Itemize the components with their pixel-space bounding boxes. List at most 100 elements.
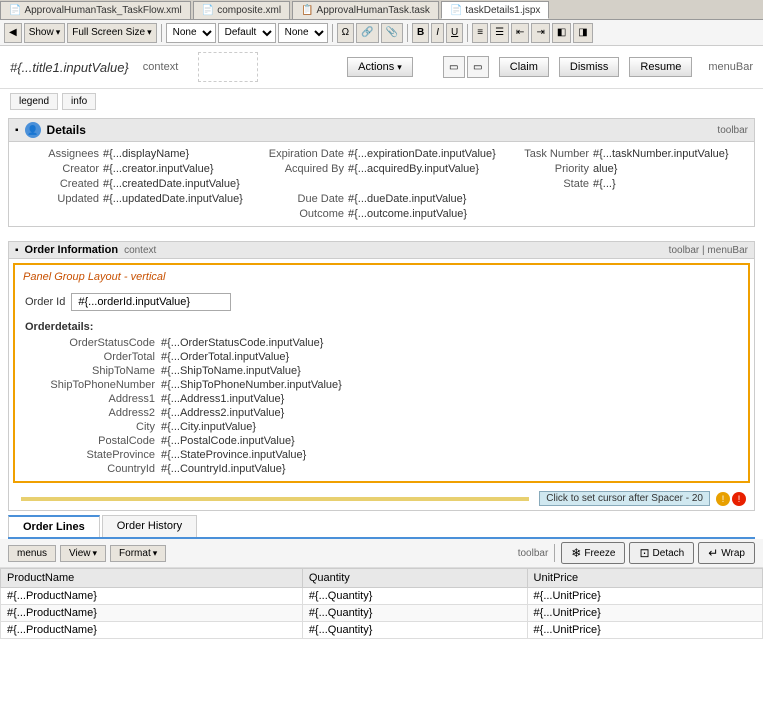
spacer-click-area: Click to set cursor after Spacer - 20 ! …: [9, 487, 754, 510]
detach-button[interactable]: ⊡ Detach: [629, 542, 694, 564]
details-collapse[interactable]: ▪: [15, 125, 19, 136]
toolbar-nav-back[interactable]: ◀: [4, 23, 22, 43]
address1-value: #{...Address1.inputValue}: [161, 393, 284, 405]
indent-button-1[interactable]: ⇤: [511, 23, 529, 43]
details-header: ▪ 👤 Details toolbar: [9, 119, 754, 142]
creator-row: Creator #{...creator.inputValue}: [19, 163, 254, 175]
list-button-1[interactable]: ≡: [472, 23, 488, 43]
state-province-value: #{...StateProvince.inputValue}: [161, 449, 306, 461]
cell-quantity-3: #{...Quantity}: [302, 622, 527, 639]
cell-quantity-2: #{...Quantity}: [302, 605, 527, 622]
order-collapse[interactable]: ▪: [15, 245, 19, 256]
header-placeholder: [198, 52, 258, 82]
default-select[interactable]: Default: [218, 23, 276, 43]
list-button-2[interactable]: ☰: [490, 23, 509, 43]
created-label: Created: [19, 178, 99, 190]
details-col-2: Expiration Date #{...expirationDate.inpu…: [264, 148, 499, 220]
view-button[interactable]: View: [60, 545, 106, 562]
bold-button[interactable]: B: [412, 23, 429, 43]
resume-button[interactable]: Resume: [629, 57, 692, 77]
city-row: City #{...City.inputValue}: [25, 421, 738, 433]
due-date-value: #{...dueDate.inputValue}: [348, 193, 466, 205]
full-screen-button[interactable]: Full Screen Size: [67, 23, 156, 43]
info-tab[interactable]: info: [62, 93, 96, 110]
italic-button[interactable]: I: [431, 23, 444, 43]
header-icon-1[interactable]: ▭: [443, 56, 465, 78]
table-head: ProductName Quantity UnitPrice: [1, 569, 763, 588]
table-row[interactable]: #{...ProductName} #{...Quantity} #{...Un…: [1, 588, 763, 605]
expiration-value: #{...expirationDate.inputValue}: [348, 148, 496, 160]
none-select-1[interactable]: None: [166, 23, 216, 43]
freeze-button[interactable]: ❄ Freeze: [561, 542, 625, 564]
attach-button[interactable]: 📎: [381, 23, 403, 43]
main-toolbar: ◀ Show Full Screen Size None Default Non…: [0, 20, 763, 46]
col-unit-price[interactable]: UnitPrice: [527, 569, 762, 588]
legend-info-tabs: legend info: [0, 89, 763, 114]
address1-row: Address1 #{...Address1.inputValue}: [25, 393, 738, 405]
content-area: #{...title1.inputValue} context Actions …: [0, 46, 763, 726]
wrap-button[interactable]: ↵ Wrap: [698, 542, 755, 564]
order-toolbars: toolbar | menuBar: [669, 245, 748, 256]
due-date-label: Due Date: [264, 193, 344, 205]
col-quantity[interactable]: Quantity: [302, 569, 527, 588]
spacer-bar[interactable]: [21, 497, 529, 501]
ship-to-name-label: ShipToName: [25, 365, 155, 377]
postal-code-label: PostalCode: [25, 435, 155, 447]
cell-product-name-1: #{...ProductName}: [1, 588, 303, 605]
tab-approvalhumantask-taskflow[interactable]: 📄 ApprovalHumanTask_TaskFlow.xml: [0, 1, 191, 19]
table-row[interactable]: #{...ProductName} #{...Quantity} #{...Un…: [1, 622, 763, 639]
ship-to-name-value: #{...ShipToName.inputValue}: [161, 365, 301, 377]
details-body: Assignees #{...displayName} Creator #{..…: [9, 142, 754, 226]
acquired-row: Acquired By #{...acquiredBy.inputValue}: [264, 163, 499, 175]
country-id-label: CountryId: [25, 463, 155, 475]
creator-value: #{...creator.inputValue}: [103, 163, 214, 175]
priority-row: Priority alue}: [509, 163, 744, 175]
align-right[interactable]: ◨: [573, 23, 592, 43]
align-left[interactable]: ◧: [552, 23, 571, 43]
created-row: Created #{...createdDate.inputValue}: [19, 178, 254, 190]
ship-to-phone-value: #{...ShipToPhoneNumber.inputValue}: [161, 379, 342, 391]
legend-tab[interactable]: legend: [10, 93, 58, 110]
task-number-label: Task Number: [509, 148, 589, 160]
special-char-button[interactable]: Ω: [337, 23, 354, 43]
acquired-value: #{...acquiredBy.inputValue}: [348, 163, 479, 175]
tab-order-lines[interactable]: Order Lines: [8, 515, 100, 537]
actions-button[interactable]: Actions: [347, 57, 413, 77]
toolbar-sep-2: [332, 24, 333, 42]
spacer-click-text[interactable]: Click to set cursor after Spacer - 20: [539, 491, 710, 506]
actions-chevron: [397, 61, 402, 73]
page-title: #{...title1.inputValue}: [10, 60, 129, 75]
tab-composite[interactable]: 📄 composite.xml: [193, 1, 290, 19]
tab-approvalhumantask-task[interactable]: 📋 ApprovalHumanTask.task: [292, 1, 439, 19]
link-button[interactable]: 🔗: [356, 23, 378, 43]
tab-bar: 📄 ApprovalHumanTask_TaskFlow.xml 📄 compo…: [0, 0, 763, 20]
expiration-row: Expiration Date #{...expirationDate.inpu…: [264, 148, 499, 160]
updated-row: Updated #{...updatedDate.inputValue}: [19, 193, 254, 205]
dismiss-button[interactable]: Dismiss: [559, 57, 620, 77]
show-button[interactable]: Show: [24, 23, 66, 43]
view-chevron: [93, 548, 98, 559]
postal-code-row: PostalCode #{...PostalCode.inputValue}: [25, 435, 738, 447]
indent-button-2[interactable]: ⇥: [531, 23, 549, 43]
order-header: ▪ Order Information context toolbar | me…: [9, 242, 754, 259]
ship-to-name-row: ShipToName #{...ShipToName.inputValue}: [25, 365, 738, 377]
format-button[interactable]: Format: [110, 545, 166, 562]
menus-button[interactable]: menus: [8, 545, 56, 562]
header-icon-2[interactable]: ▭: [467, 56, 489, 78]
detach-icon: ⊡: [639, 546, 649, 560]
table-body: #{...ProductName} #{...Quantity} #{...Un…: [1, 588, 763, 639]
table-row[interactable]: #{...ProductName} #{...Quantity} #{...Un…: [1, 605, 763, 622]
tab-order-history[interactable]: Order History: [102, 515, 197, 537]
toolbar-sep-3: [407, 24, 408, 42]
underline-button[interactable]: U: [446, 23, 463, 43]
claim-button[interactable]: Claim: [499, 57, 549, 77]
order-context: context: [124, 245, 156, 256]
divider-1: [0, 231, 763, 237]
col-product-name[interactable]: ProductName: [1, 569, 303, 588]
address2-value: #{...Address2.inputValue}: [161, 407, 284, 419]
expiration-label: Expiration Date: [264, 148, 344, 160]
none-select-2[interactable]: None: [278, 23, 328, 43]
country-id-row: CountryId #{...CountryId.inputValue}: [25, 463, 738, 475]
outcome-label: Outcome: [264, 208, 344, 220]
tab-taskdetails1[interactable]: 📄 taskDetails1.jspx: [441, 1, 549, 19]
